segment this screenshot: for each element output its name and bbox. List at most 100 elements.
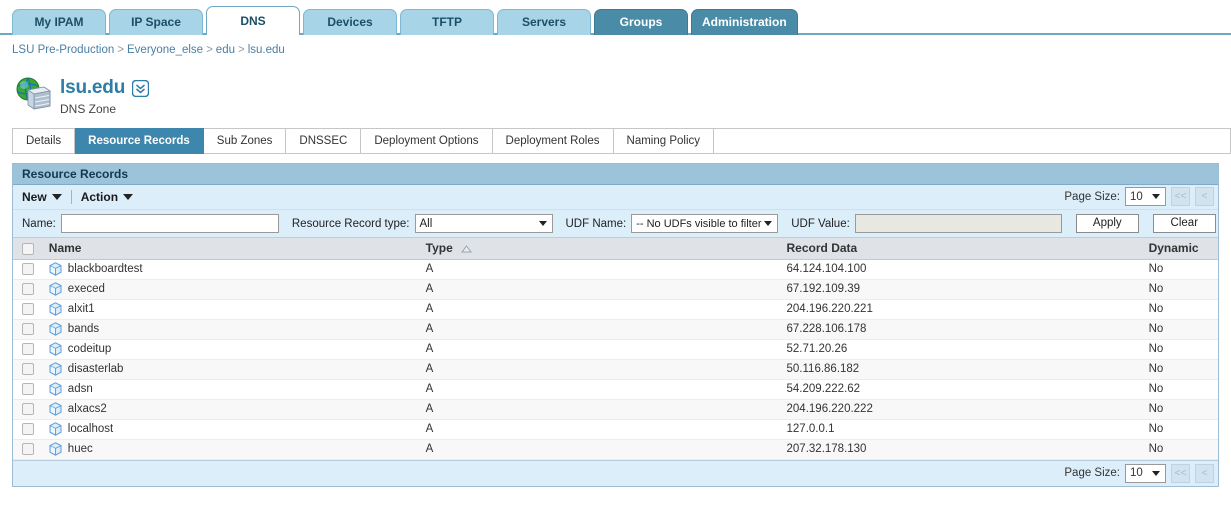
row-checkbox[interactable] xyxy=(22,342,34,355)
column-header-record-data[interactable]: Record Data xyxy=(778,238,1141,260)
table-row[interactable]: execed A 67.192.109.39 No xyxy=(13,279,1218,300)
table-header-row: Name Type Record Data Dynamic xyxy=(13,238,1218,260)
record-name-link[interactable]: alxacs2 xyxy=(68,403,107,415)
breadcrumb-item-2[interactable]: edu xyxy=(216,44,235,56)
row-checkbox[interactable] xyxy=(22,422,34,435)
chevron-down-icon xyxy=(51,194,62,200)
row-select-cell[interactable] xyxy=(13,379,41,400)
row-checkbox[interactable] xyxy=(22,322,34,335)
first-page-button[interactable]: << xyxy=(1171,463,1190,483)
table-row[interactable]: bands A 67.228.106.178 No xyxy=(13,319,1218,340)
cell-name: alxit1 xyxy=(40,299,418,320)
record-name-link[interactable]: blackboardtest xyxy=(68,263,143,275)
sub-tab-dnssec[interactable]: DNSSEC xyxy=(286,128,362,154)
cell-type: A xyxy=(417,399,779,420)
page-size-select[interactable]: 10 xyxy=(1125,463,1166,483)
record-name-link[interactable]: adsn xyxy=(68,383,93,395)
breadcrumb-item-1[interactable]: Everyone_else xyxy=(127,44,203,56)
resource-record-icon xyxy=(49,382,62,396)
cell-record-data: 50.116.86.182 xyxy=(778,359,1141,380)
udf-name-filter-select[interactable]: -- No UDFs visible to filter xyxy=(631,214,779,233)
table-row[interactable]: codeitup A 52.71.20.26 No xyxy=(13,339,1218,360)
row-select-cell[interactable] xyxy=(13,359,41,380)
row-select-cell[interactable] xyxy=(13,339,41,360)
row-select-cell[interactable] xyxy=(13,399,41,420)
breadcrumb-item-0[interactable]: LSU Pre-Production xyxy=(12,44,114,56)
sub-tab-sub-zones[interactable]: Sub Zones xyxy=(203,128,287,154)
page-size-select[interactable]: 10 xyxy=(1125,187,1166,206)
action-menu-button[interactable]: Action xyxy=(81,190,142,204)
record-name-link[interactable]: localhost xyxy=(68,423,113,435)
main-tab-dns[interactable]: DNS xyxy=(206,6,300,35)
table-row[interactable]: alxacs2 A 204.196.220.222 No xyxy=(13,399,1218,420)
row-checkbox[interactable] xyxy=(22,402,34,415)
main-tab-devices[interactable]: Devices xyxy=(303,9,397,35)
main-tab-tftp[interactable]: TFTP xyxy=(400,9,494,35)
table-row[interactable]: localhost A 127.0.0.1 No xyxy=(13,419,1218,440)
table-row[interactable]: disasterlab A 50.116.86.182 No xyxy=(13,359,1218,380)
record-type-filter-select[interactable]: All xyxy=(414,214,553,233)
table-row[interactable]: alxit1 A 204.196.220.221 No xyxy=(13,299,1218,320)
row-checkbox[interactable] xyxy=(22,282,34,295)
name-filter-input[interactable] xyxy=(60,214,279,233)
sub-tab-deployment-options[interactable]: Deployment Options xyxy=(361,128,493,154)
previous-page-button[interactable]: < xyxy=(1195,463,1214,483)
action-menu-label: Action xyxy=(80,190,119,204)
sub-tab-details[interactable]: Details xyxy=(12,128,76,154)
breadcrumb-separator: > xyxy=(117,44,124,56)
record-name-link[interactable]: alxit1 xyxy=(68,303,95,315)
cell-type: A xyxy=(417,259,779,280)
record-name-link[interactable]: disasterlab xyxy=(68,363,124,375)
previous-page-button[interactable]: < xyxy=(1195,187,1214,206)
sub-tab-deployment-roles[interactable]: Deployment Roles xyxy=(492,128,614,154)
cell-type: A xyxy=(417,299,779,320)
breadcrumb-separator: > xyxy=(206,44,213,56)
page-header-text: lsu.edu DNS Zone xyxy=(60,75,150,116)
row-select-cell[interactable] xyxy=(13,419,41,440)
resource-record-icon xyxy=(49,322,62,336)
udf-name-filter-value: -- No UDFs visible to filter xyxy=(636,217,762,230)
udf-value-filter-input[interactable] xyxy=(854,214,1062,233)
table-row[interactable]: blackboardtest A 64.124.104.100 No xyxy=(13,259,1218,280)
column-header-type[interactable]: Type xyxy=(417,238,779,260)
first-page-button[interactable]: << xyxy=(1171,187,1190,206)
main-tab-my-ipam[interactable]: My IPAM xyxy=(12,9,106,35)
page-header: lsu.edu DNS Zone xyxy=(0,65,1231,123)
row-select-cell[interactable] xyxy=(13,279,41,300)
table-row[interactable]: adsn A 54.209.222.62 No xyxy=(13,379,1218,400)
row-select-cell[interactable] xyxy=(13,319,41,340)
main-tab-groups[interactable]: Groups xyxy=(594,9,688,35)
record-name-link[interactable]: execed xyxy=(68,283,105,295)
new-menu-button[interactable]: New xyxy=(22,190,71,204)
udf-name-filter-label: UDF Name: xyxy=(565,217,627,230)
record-type-filter-value: All xyxy=(419,217,433,230)
record-name-link[interactable]: huec xyxy=(68,443,93,455)
table-row[interactable]: huec A 207.32.178.130 No xyxy=(13,439,1218,460)
row-select-cell[interactable] xyxy=(13,439,41,460)
main-tab-ip-space[interactable]: IP Space xyxy=(109,9,203,35)
select-all-header[interactable] xyxy=(13,238,41,260)
main-tab-servers[interactable]: Servers xyxy=(497,9,591,35)
row-checkbox[interactable] xyxy=(22,262,34,275)
column-header-name[interactable]: Name xyxy=(40,238,418,260)
main-tab-administration[interactable]: Administration xyxy=(691,9,798,35)
select-all-checkbox[interactable] xyxy=(22,243,34,256)
chevron-down-icon xyxy=(538,221,547,226)
record-name-link[interactable]: bands xyxy=(68,323,99,335)
row-checkbox[interactable] xyxy=(22,302,34,315)
breadcrumb-separator: > xyxy=(237,44,245,56)
sub-tab-resource-records[interactable]: Resource Records xyxy=(75,128,204,154)
row-select-cell[interactable] xyxy=(13,259,41,280)
row-checkbox[interactable] xyxy=(22,442,34,455)
row-checkbox[interactable] xyxy=(22,362,34,375)
row-checkbox[interactable] xyxy=(22,382,34,395)
sub-tab-naming-policy[interactable]: Naming Policy xyxy=(613,128,715,154)
row-select-cell[interactable] xyxy=(13,299,41,320)
double-chevron-down-icon[interactable] xyxy=(131,79,150,97)
clear-button[interactable]: Clear xyxy=(1152,214,1216,233)
breadcrumb-item-3[interactable]: lsu.edu xyxy=(248,44,285,56)
chevron-down-icon xyxy=(123,194,134,200)
column-header-dynamic[interactable]: Dynamic xyxy=(1140,238,1218,260)
apply-button[interactable]: Apply xyxy=(1075,214,1139,233)
record-name-link[interactable]: codeitup xyxy=(68,343,111,355)
